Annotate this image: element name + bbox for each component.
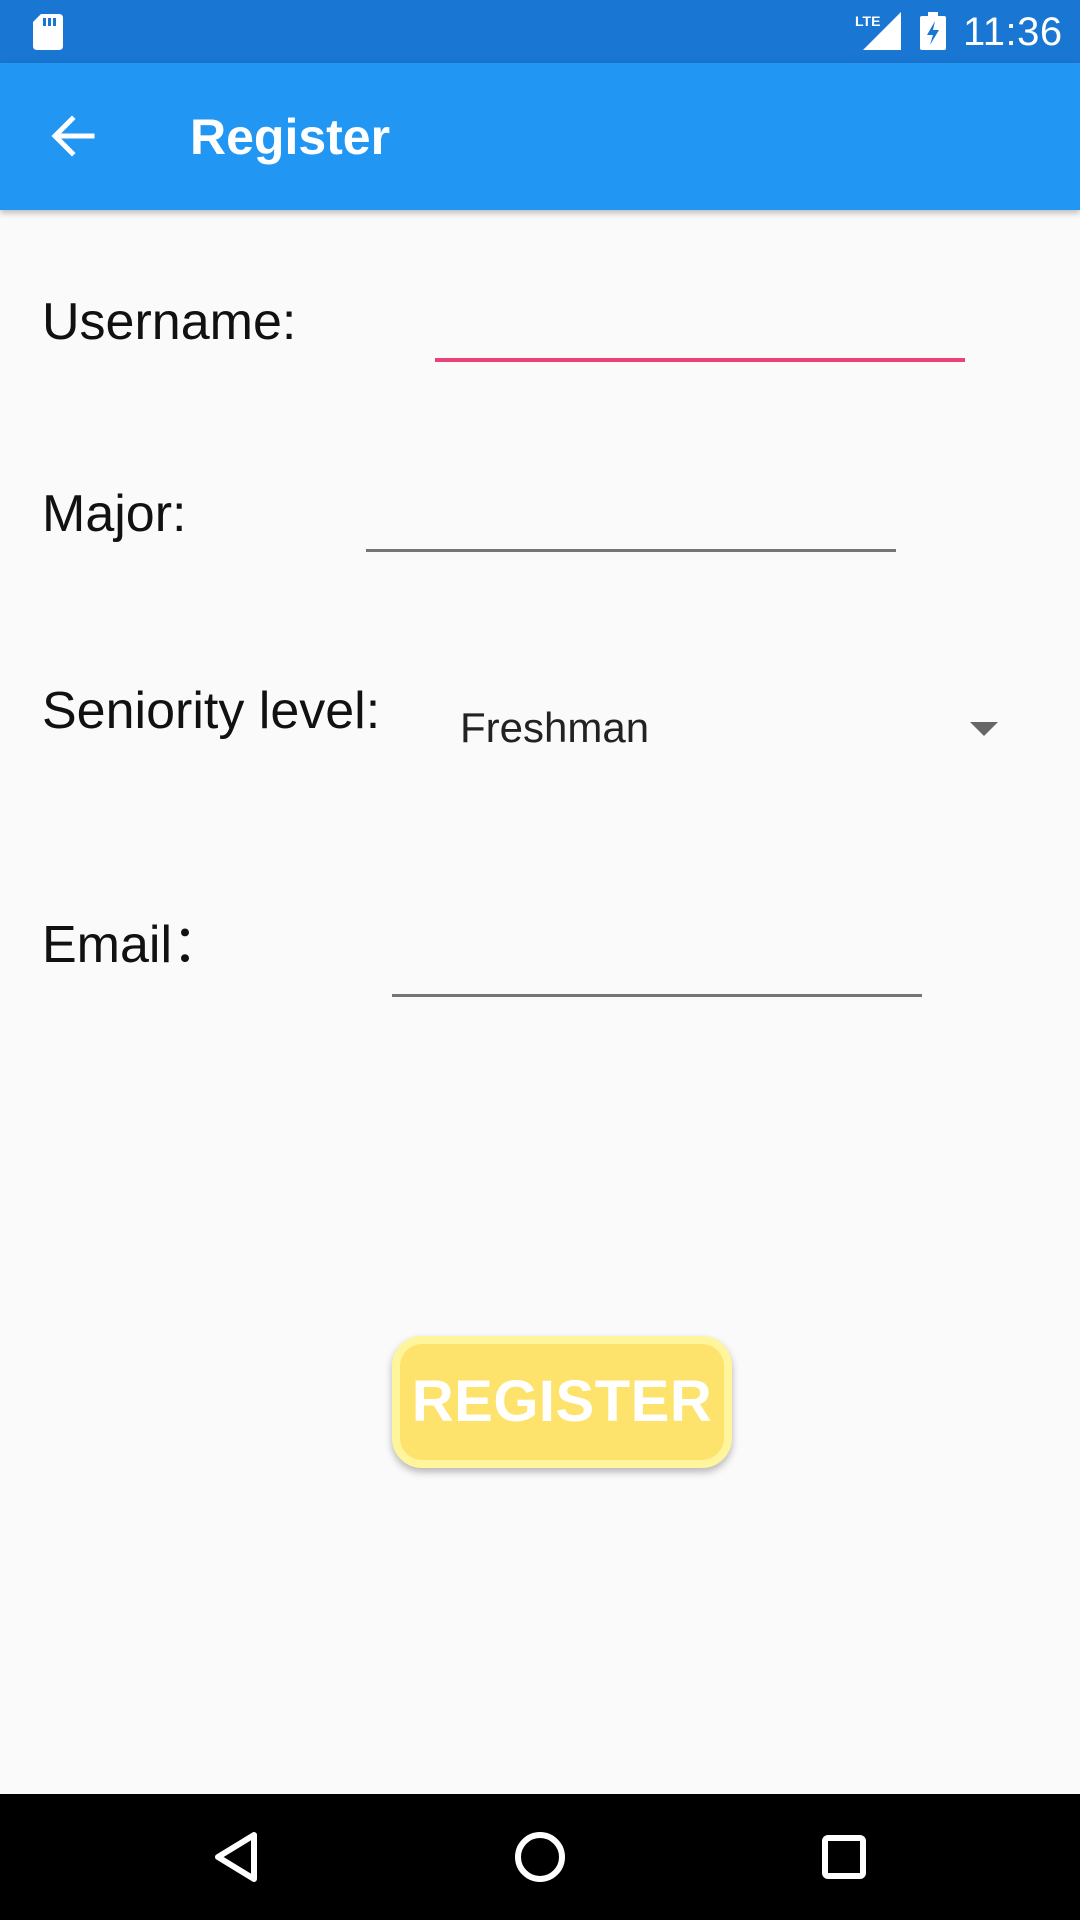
- back-button[interactable]: [40, 103, 106, 169]
- arrow-back-icon: [51, 115, 95, 157]
- major-input[interactable]: [368, 488, 896, 548]
- major-label: Major:: [42, 485, 187, 543]
- nav-recents-button[interactable]: [804, 1817, 884, 1897]
- nav-home-icon: [515, 1832, 565, 1882]
- nav-back-button[interactable]: [196, 1817, 276, 1897]
- username-input[interactable]: [436, 296, 964, 356]
- battery-charging-icon: [920, 12, 946, 50]
- navigation-bar: [0, 1794, 1080, 1920]
- nav-home-button[interactable]: [500, 1817, 580, 1897]
- lte-signal-icon: LTE: [855, 12, 901, 50]
- register-button[interactable]: REGISTER: [392, 1336, 732, 1468]
- status-time: 11:36: [963, 10, 1063, 54]
- major-underline: [366, 549, 896, 552]
- sd-card-icon: [33, 14, 63, 50]
- email-label: Email：: [42, 916, 225, 974]
- page-title: Register: [190, 109, 391, 165]
- register-button-label: REGISTER: [411, 1369, 713, 1434]
- app-bar: Register: [0, 63, 1080, 210]
- username-underline: [435, 358, 965, 362]
- svg-text:LTE: LTE: [855, 13, 880, 29]
- status-bar: LTE 11:36: [0, 0, 1080, 63]
- dropdown-caret-icon: [970, 722, 998, 736]
- register-screen: LTE 11:36 Register Username: Major: Seni…: [0, 0, 1080, 1920]
- seniority-selected-value: Freshman: [460, 704, 650, 751]
- email-underline: [392, 994, 922, 997]
- email-input[interactable]: [393, 933, 921, 993]
- nav-back-icon: [215, 1832, 257, 1882]
- seniority-select[interactable]: Freshman: [440, 690, 1020, 764]
- seniority-label: Seniority level:: [42, 682, 381, 740]
- nav-recents-icon: [822, 1835, 866, 1879]
- username-label: Username:: [42, 293, 297, 351]
